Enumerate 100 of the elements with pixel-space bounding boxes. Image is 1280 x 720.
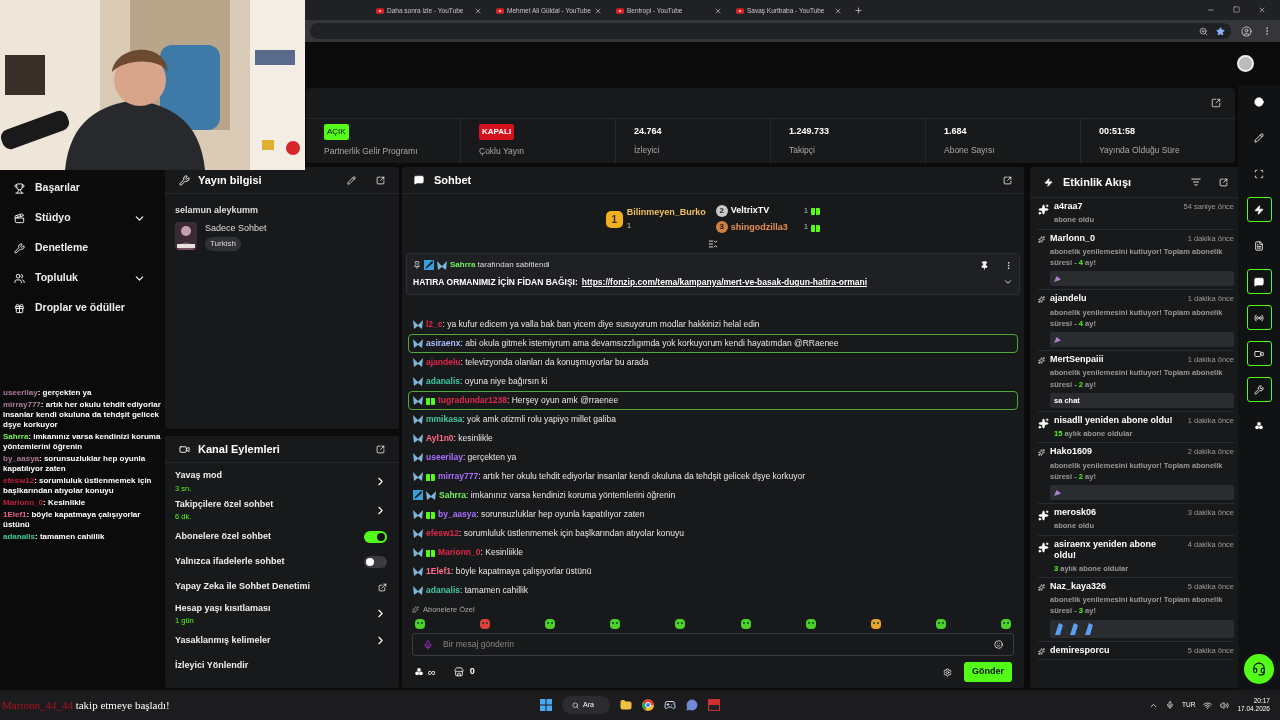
chat-text: Sahrra: imkanınız varsa kendinizi koruma yöntemlerini öğrenin [439,488,676,502]
emote-icon[interactable] [414,618,426,630]
sparkle-icon [1038,583,1045,591]
emote-icon[interactable] [1000,618,1012,630]
emote-icon [1054,336,1061,343]
event-user: ajandelu [1050,293,1088,305]
avatar[interactable] [1237,55,1254,72]
network-icon[interactable] [1203,700,1213,710]
rank-badge: 3 [715,221,728,234]
emote-icon[interactable] [804,618,817,630]
maximize-icon[interactable] [1233,6,1240,13]
stat-value: 1.249.733 [789,125,831,139]
channel-action-row[interactable]: Yapay Zeka ile Sohbet Denetimi [175,574,387,600]
stat-value: 24.764 [634,125,663,139]
microphone-icon[interactable] [1166,701,1175,709]
wrench-icon [14,242,25,254]
app-icon[interactable] [708,699,720,711]
sparkle-icon [1038,541,1049,553]
support-button[interactable] [1244,654,1274,684]
close-icon[interactable] [594,7,602,15]
stat-value: 00:51:58 [1099,125,1137,139]
category-name[interactable]: Sadece Sohbet [205,221,267,235]
settings-icon[interactable] [943,667,952,677]
pop-out-icon[interactable] [1211,98,1221,108]
volume-icon[interactable] [1220,700,1230,710]
event-user: Hako1609 [1050,446,1094,458]
sidebar-item[interactable]: Denetleme [0,233,162,263]
emote-icon[interactable] [479,618,492,630]
send-button[interactable]: Gönder [964,662,1012,682]
zoom-icon[interactable] [1199,26,1208,36]
toggle-switch[interactable] [364,556,387,568]
status-badge: AÇIK [324,124,349,141]
gamepad-icon[interactable] [664,699,676,711]
channel-action-row[interactable]: İzleyici Yönlendir [175,653,387,679]
panel-title: Yayın bilgisi [198,172,263,188]
chat-text: asiraenx: abi okula gitmek istemiyrum ama devamsızzlıgımda yok korkuyorum kendi hayatımdan @RRaenee [426,336,839,350]
sword-badge-icon [413,490,423,501]
store-icon[interactable] [453,667,464,677]
emote-icon[interactable] [544,618,557,630]
rail-button[interactable] [1246,197,1272,222]
emote-icon[interactable] [869,618,882,630]
bookmark-star-icon[interactable] [1216,26,1225,36]
close-icon[interactable] [474,7,482,15]
overlay-chat-line: 1Elef1: böyle kapatmaya çalışıyorlar üstünü [3,510,142,530]
emote-icon[interactable] [739,618,752,630]
gift-badge-icon [811,206,821,216]
chat-text: useerilay: gerçekten ya [426,450,517,464]
pin-icon[interactable] [980,260,989,270]
chat-text: Marionn_0: Kesinliikle [438,545,524,559]
wrench-icon [1254,384,1264,395]
donation-link[interactable]: https://fonzip.com/tema/kampanya/mert-ve-basak-dugun-hatira-ormani [581,276,999,289]
panel-title: Kanal Eylemleri [198,441,281,457]
sparkle-icon [412,605,419,613]
gift-badge-icon [426,509,435,519]
rail-button[interactable] [1246,377,1272,402]
folder-icon[interactable] [620,699,632,711]
overlay-chat-line: useerilay: gerçekten ya [3,388,93,398]
sidebar-item[interactable]: Droplar ve ödüller [0,293,162,323]
channel-action-row[interactable]: Yalnızca ifadelerle sohbet [175,549,387,575]
filter-icon[interactable] [1191,177,1201,187]
chat-text: Ayl1n0: kesinlikle [426,431,493,445]
sidebar-item[interactable]: Başarılar [0,173,162,203]
close-icon[interactable] [1258,6,1266,14]
profile-icon[interactable] [1241,25,1252,37]
rail-button[interactable] [1246,269,1272,294]
rail-button[interactable] [1246,341,1272,366]
rail-button[interactable] [1246,305,1272,330]
emote-icon [1054,621,1064,636]
sparkle-icon [1038,357,1045,364]
gift-badge-icon [426,395,435,405]
close-icon[interactable] [714,7,722,15]
emoji-icon[interactable] [994,640,1003,649]
more-icon[interactable] [1004,260,1013,270]
language-tag: Turkish [205,237,241,251]
community-icon [414,667,424,677]
emote-icon[interactable] [934,618,947,630]
gift-count: 1 [803,221,809,234]
chat-app-icon[interactable] [686,699,698,711]
browser-icon[interactable] [642,699,654,711]
emote-icon[interactable] [609,618,622,630]
toggle-switch[interactable] [364,531,387,543]
new-tab-icon[interactable] [854,6,863,15]
channel-action-row[interactable]: Abonelere özel sohbet [175,524,387,550]
event-user: Marlonn_0 [1050,232,1096,244]
points-value: ∞ [428,664,436,680]
sidebar-item[interactable]: Topluluk [0,263,162,293]
collapse-icon[interactable] [708,239,718,249]
event-user: asiraenx yeniden abone oldu! [1054,538,1158,561]
close-icon[interactable] [834,7,842,15]
follow-alert-text: Marionn_44_44 takip etmeye başladı! [2,697,170,713]
video-icon [376,8,384,14]
lightning-icon [1044,177,1053,187]
stat-value: 1.684 [944,125,968,139]
message-input[interactable]: Bir mesaj gönderin [412,633,1014,656]
edit-icon[interactable] [347,175,356,185]
windows-icon[interactable] [540,699,552,711]
sidebar-item[interactable]: Stüdyo [0,203,162,233]
emote-icon[interactable] [674,618,687,630]
chat-text: tugradundar1238: Herşey oyun amk @rraenee [438,393,619,407]
channel-action-row[interactable]: Yasaklanmış kelimeler [175,628,387,654]
